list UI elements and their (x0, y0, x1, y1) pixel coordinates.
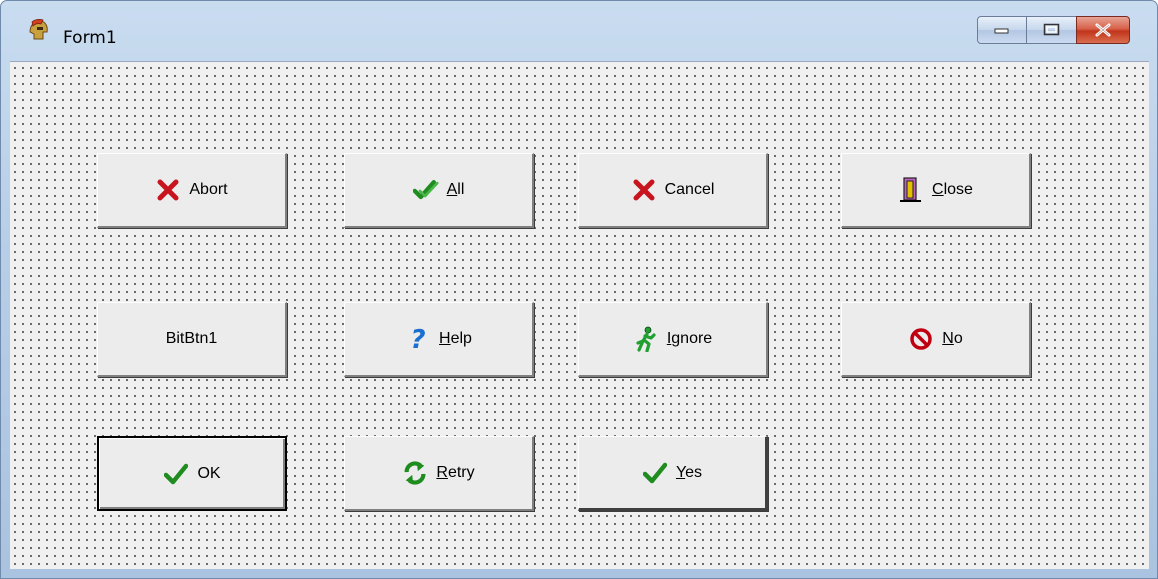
yes-label: Yes (675, 463, 703, 481)
form-window: Form1 Abort All Cancel Close BitBtn1 ? H… (0, 0, 1158, 579)
minimize-button[interactable] (977, 16, 1027, 44)
check-mark-icon (163, 461, 189, 487)
minimize-icon (994, 28, 1009, 34)
form-client-area: Abort All Cancel Close BitBtn1 ? Help Ig… (10, 61, 1149, 569)
running-man-icon (633, 326, 659, 352)
ignore-label: Ignore (666, 330, 713, 347)
help-label: Help (439, 330, 472, 347)
refresh-arrows-icon (402, 460, 428, 486)
double-check-icon (412, 177, 439, 203)
cancel-label: Cancel (664, 181, 715, 198)
bitbtn1-button[interactable]: BitBtn1 (97, 302, 287, 377)
x-mark-icon (631, 177, 657, 203)
window-title: Form1 (63, 28, 117, 48)
title-bar[interactable]: Form1 (1, 1, 1157, 59)
ok-label: OK (197, 464, 221, 482)
abort-label: Abort (189, 181, 228, 198)
close-label: Close (932, 181, 973, 198)
no-button[interactable]: No (841, 302, 1031, 377)
all-button[interactable]: All (344, 153, 534, 228)
close-button[interactable]: Close (841, 153, 1031, 228)
retry-button[interactable]: Retry (344, 436, 534, 511)
no-entry-icon (908, 326, 934, 352)
ignore-button[interactable]: Ignore (578, 302, 768, 377)
ok-button[interactable]: OK (97, 436, 287, 511)
maximize-icon (1043, 23, 1059, 36)
bitbtn1-label: BitBtn1 (165, 330, 218, 347)
x-mark-icon (155, 177, 181, 203)
svg-text:?: ? (410, 326, 425, 352)
check-mark-icon (642, 460, 668, 486)
cancel-button[interactable]: Cancel (578, 153, 768, 228)
door-exit-icon (898, 177, 924, 203)
retry-label: Retry (436, 464, 475, 481)
help-button[interactable]: ? Help (344, 302, 534, 377)
all-label: All (446, 181, 465, 198)
close-window-button[interactable] (1076, 16, 1130, 44)
abort-button[interactable]: Abort (97, 153, 287, 228)
maximize-button[interactable] (1026, 16, 1077, 44)
yes-button[interactable]: Yes (578, 436, 768, 511)
no-label: No (942, 330, 963, 347)
spartan-helmet-icon[interactable] (26, 18, 50, 42)
question-mark-icon: ? (405, 326, 431, 352)
close-icon (1095, 23, 1111, 37)
